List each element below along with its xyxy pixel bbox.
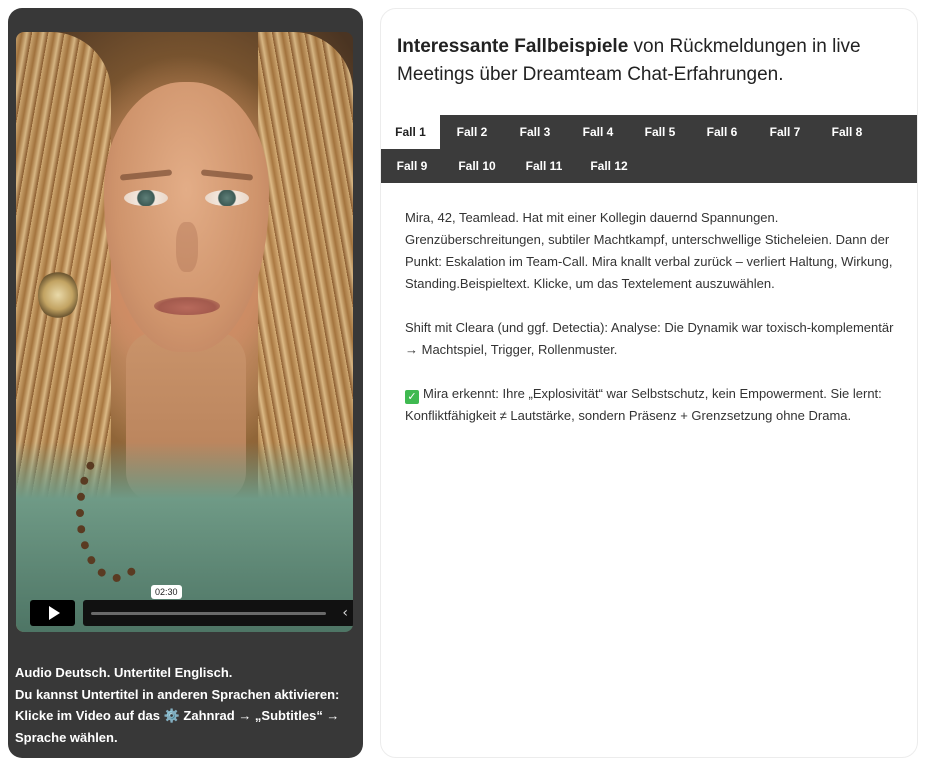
tab-fall-2[interactable]: Fall 2 — [444, 115, 500, 149]
case-content: Mira, 42, Teamlead. Hat mit einer Kolleg… — [405, 207, 900, 449]
tab-fall-5[interactable]: Fall 5 — [632, 115, 688, 149]
tab-fall-4[interactable]: Fall 4 — [570, 115, 626, 149]
tab-fall-9[interactable]: Fall 9 — [384, 149, 440, 183]
case-paragraph-3-text: Mira erkennt: Ihre „Explosivität“ war Se… — [405, 386, 882, 423]
video-frame-earring — [38, 270, 78, 320]
case-paragraph-3: ✓ Mira erkennt: Ihre „Explosivität“ war S… — [405, 383, 900, 427]
gear-icon: ⚙️ — [163, 708, 180, 723]
chevron-left-icon[interactable]: ‹ — [326, 605, 348, 621]
tab-fall-1[interactable]: Fall 1 — [381, 115, 440, 149]
play-button[interactable] — [30, 600, 75, 626]
video-frame-necklace — [76, 442, 156, 582]
time-tooltip: 02:30 — [151, 585, 182, 599]
description-line-3-start: Klicke im Video auf das — [15, 708, 160, 723]
play-icon — [48, 606, 60, 620]
tab-fall-12[interactable]: Fall 12 — [579, 149, 639, 183]
cases-card: Interessante Fallbeispiele von Rückmeldu… — [380, 8, 918, 758]
description-line-4: Sprache wählen. — [15, 729, 118, 745]
case-tabs: Fall 1 Fall 2 Fall 3 Fall 4 Fall 5 Fall … — [381, 115, 917, 183]
video-card: 02:30 ‹ Audio Deutsch. Untertitel Englis… — [8, 8, 363, 758]
description-line-3-end: Zahnrad → „Subtitles“ → — [183, 708, 340, 723]
case-paragraph-1: Mira, 42, Teamlead. Hat mit einer Kolleg… — [405, 210, 893, 291]
tab-fall-3[interactable]: Fall 3 — [507, 115, 563, 149]
video-frame-nose — [176, 222, 198, 272]
title-bold: Interessante Fallbeispiele — [397, 36, 629, 57]
case-paragraph-2: Shift mit Cleara (und ggf. Detectia): An… — [405, 320, 894, 357]
tab-fall-6[interactable]: Fall 6 — [694, 115, 750, 149]
tab-fall-10[interactable]: Fall 10 — [447, 149, 507, 183]
video-frame-mouth — [154, 297, 220, 315]
description-line-2: Du kannst Untertitel in anderen Sprachen… — [15, 686, 340, 702]
description-line-1: Audio Deutsch. Untertitel Englisch. — [15, 665, 233, 680]
tab-fall-11[interactable]: Fall 11 — [514, 149, 574, 183]
video-controls: 02:30 ‹ — [30, 585, 353, 626]
page-title: Interessante Fallbeispiele von Rückmeldu… — [397, 33, 907, 89]
checkmark-icon: ✓ — [405, 390, 419, 404]
video-frame-face — [104, 82, 269, 352]
video-frame-brow-right — [200, 169, 254, 181]
progress-container: 02:30 ‹ — [83, 585, 353, 626]
video-frame-eye-right — [205, 190, 249, 206]
video-description: Audio Deutsch. Untertitel Englisch. Du k… — [15, 662, 345, 748]
video-frame-eye-left — [124, 190, 168, 206]
progress-bar[interactable] — [91, 611, 326, 615]
video-player[interactable]: 02:30 ‹ — [16, 32, 353, 632]
tab-fall-8[interactable]: Fall 8 — [819, 115, 875, 149]
tab-fall-7[interactable]: Fall 7 — [757, 115, 813, 149]
video-frame-brow-left — [119, 169, 173, 181]
description-line-3: Klicke im Video auf das ⚙️ Zahnrad → „Su… — [15, 705, 345, 727]
